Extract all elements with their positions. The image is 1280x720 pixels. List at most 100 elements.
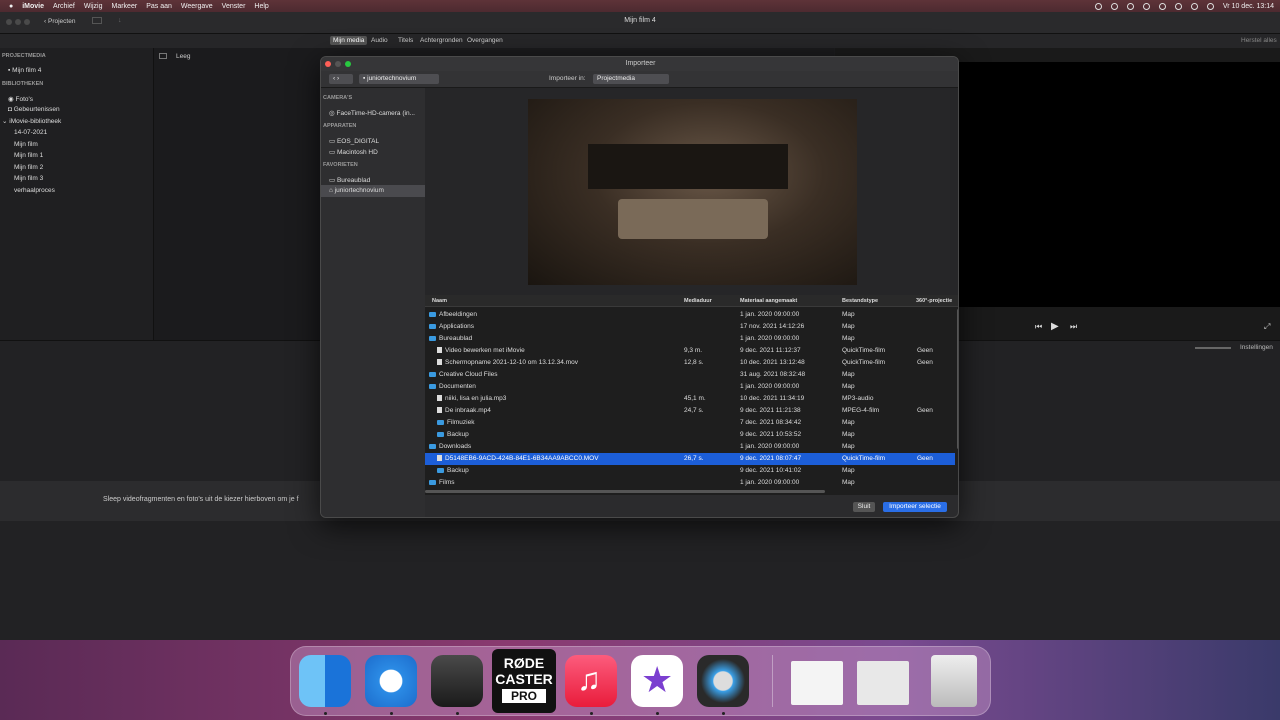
sidebar-item-event[interactable]: 14-07-2021 (14, 129, 47, 136)
menu-weergave[interactable]: Weergave (181, 3, 213, 10)
play-status-icon[interactable] (1126, 2, 1134, 10)
close-dialog-icon[interactable] (325, 61, 331, 67)
col-created[interactable]: Materiaal aangemaakt (740, 298, 797, 304)
location-popup[interactable]: ▪ juniortechnovium (359, 74, 439, 84)
menu-wijzig[interactable]: Wijzig (84, 3, 103, 10)
source-eos-digital[interactable]: ▭ EOS_DIGITAL (329, 137, 379, 145)
wifi-icon[interactable] (1174, 2, 1182, 10)
quicktime-icon[interactable] (697, 655, 749, 707)
sidebar-toggle-icon[interactable] (159, 53, 167, 59)
source-bureaublad[interactable]: ▭ Bureaublad (329, 176, 370, 184)
import-in-popup[interactable]: Projectmedia (593, 74, 669, 84)
tab-achtergronden[interactable]: Achtergronden (420, 37, 463, 44)
apple-icon[interactable]: ● (9, 3, 13, 10)
zoom-slider[interactable] (1195, 347, 1231, 349)
finder-icon[interactable] (299, 655, 351, 707)
file-created: 9 dec. 2021 11:12:37 (740, 347, 801, 354)
file-row[interactable]: Schermopname 2021-12-10 om 13.12.34.mov 1… (425, 357, 955, 369)
file-row[interactable]: Creative Cloud Files 31 aug. 2021 08:32:4… (425, 369, 955, 381)
music-icon[interactable]: ♫ (565, 655, 617, 707)
col-duration[interactable]: Mediaduur (684, 298, 712, 304)
sidebar-item-photos[interactable]: ◉ Foto's (8, 95, 33, 103)
sidebar-item-mijn-film[interactable]: Mijn film (14, 141, 38, 148)
col-360[interactable]: 360°-projectie (916, 298, 952, 304)
fullscreen-icon[interactable]: ⤢ (1264, 322, 1270, 332)
media-tabs-bar: Mijn media Audio Titels Achtergronden Ov… (0, 34, 1280, 48)
menu-clock[interactable]: Vr 10 dec. 13:14 (1223, 3, 1274, 10)
status-icon[interactable] (1094, 2, 1102, 10)
import-selection-button[interactable]: Importeer selectie (883, 502, 947, 512)
reset-all-button[interactable]: Herstel alles (1241, 37, 1277, 44)
source-juniortechnovium-selected[interactable]: ⌂ juniortechnovium (321, 185, 425, 197)
file-name: Downloads (429, 443, 471, 450)
file-duration: 24,7 s. (684, 407, 704, 414)
home-folder-item: ⌂ juniortechnovium (329, 187, 384, 194)
browser-empty-label: Leeg (176, 53, 191, 60)
file-type: QuickTime-film (842, 347, 886, 354)
col-name[interactable]: Naam (432, 298, 447, 304)
search-icon[interactable] (1190, 2, 1198, 10)
menu-help[interactable]: Help (254, 3, 268, 10)
zoom-dialog-icon[interactable] (345, 61, 351, 67)
source-facetime-camera[interactable]: ◎ FaceTime-HD-camera (in... (329, 109, 415, 117)
file-row[interactable]: Afbeeldingen 1 jan. 2020 09:00:00 Map (425, 309, 955, 321)
skip-forward-icon[interactable]: ⏭ (1070, 322, 1077, 332)
play-icon[interactable]: ▶ (1051, 321, 1059, 332)
file-name: Filmuziek (437, 419, 474, 426)
file-row[interactable]: Applications 17 nov. 2021 14:12:26 Map (425, 321, 955, 333)
file-row[interactable]: Films 1 jan. 2020 09:00:00 Map (425, 477, 955, 489)
trash-icon[interactable] (931, 655, 977, 707)
status-icon[interactable] (1110, 2, 1118, 10)
sidebar-item-mijn-film-2[interactable]: Mijn film 2 (14, 164, 43, 171)
sidebar-item-mijn-film-3[interactable]: Mijn film 3 (14, 175, 43, 182)
file-row[interactable]: niiki, lisa en julia.mp3 45,1 m. 10 dec. 2… (425, 393, 955, 405)
camera-header: CAMERA'S (323, 95, 353, 101)
sidebar-item-mijn-film-1[interactable]: Mijn film 1 (14, 152, 43, 159)
file-row[interactable]: D5148EB6-9ACD-424B-84E1-6B34AA9ABCC0.MOV… (425, 453, 955, 465)
rodecaster-icon[interactable]: RØDE CASTER PRO (492, 649, 556, 713)
airdrop-icon[interactable] (1142, 2, 1150, 10)
sidebar-item-verhaalproces[interactable]: verhaalproces (14, 187, 55, 194)
horizontal-scrollbar[interactable] (425, 490, 825, 493)
file-row[interactable]: Backup 9 dec. 2021 10:41:02 Map (425, 465, 955, 477)
source-macintosh-hd[interactable]: ▭ Macintosh HD (329, 148, 378, 156)
sidebar-item-library[interactable]: ⌄ iMovie-bibliotheek (2, 117, 61, 125)
skip-back-icon[interactable]: ⏮ (1035, 322, 1042, 332)
folder-icon (429, 479, 436, 485)
menu-archief[interactable]: Archief (53, 3, 75, 10)
minimize-dialog-icon (335, 61, 341, 67)
file-row[interactable]: Backup 9 dec. 2021 10:53:52 Map (425, 429, 955, 441)
file-row[interactable]: Downloads 1 jan. 2020 09:00:00 Map (425, 441, 955, 453)
col-type[interactable]: Bestandstype (842, 298, 878, 304)
sidebar-item-events[interactable]: ◘ Gebeurtenissen (8, 106, 60, 113)
sidebar-item-project[interactable]: ▪ Mijn film 4 (8, 67, 41, 74)
file-created: 1 jan. 2020 09:00:00 (740, 335, 800, 342)
downloads-stack-icon[interactable] (857, 661, 909, 705)
nav-back-forward[interactable]: ‹ › (329, 74, 353, 84)
tab-mijn-media[interactable]: Mijn media (330, 36, 368, 45)
timeline-settings-button[interactable]: Instellingen (1240, 344, 1273, 351)
file-type: Map (842, 323, 855, 330)
tab-overgangen[interactable]: Overgangen (467, 37, 503, 44)
file-row[interactable]: Filmuziek 7 dec. 2021 08:34:42 Map (425, 417, 955, 429)
file-row[interactable]: Video bewerken met iMovie 9,3 m. 9 dec. 20… (425, 345, 955, 357)
file-row[interactable]: Documenten 1 jan. 2020 09:00:00 Map (425, 381, 955, 393)
menu-markeer[interactable]: Markeer (112, 3, 138, 10)
control-center-icon[interactable] (1206, 2, 1214, 10)
imovie-icon[interactable]: ★ (631, 655, 683, 707)
battery-icon[interactable] (1158, 2, 1166, 10)
tab-titels[interactable]: Titels (398, 37, 413, 44)
menu-venster[interactable]: Venster (222, 3, 246, 10)
menu-pas-aan[interactable]: Pas aan (146, 3, 172, 10)
recent-document-icon[interactable] (791, 661, 843, 705)
file-row[interactable]: De inbraak.mp4 24,7 s. 9 dec. 2021 11:21:3… (425, 405, 955, 417)
file-row[interactable]: Bureaublad 1 jan. 2020 09:00:00 Map (425, 333, 955, 345)
tab-audio[interactable]: Audio (371, 37, 388, 44)
close-button[interactable]: Sluit (853, 502, 875, 512)
menu-app[interactable]: iMovie (22, 3, 44, 10)
safari-icon[interactable] (365, 655, 417, 707)
vertical-scrollbar[interactable] (957, 309, 958, 449)
eos-label: EOS_DIGITAL (336, 138, 380, 145)
garageband-icon[interactable] (431, 655, 483, 707)
projectmedia-header: PROJECTMEDIA (2, 53, 46, 59)
